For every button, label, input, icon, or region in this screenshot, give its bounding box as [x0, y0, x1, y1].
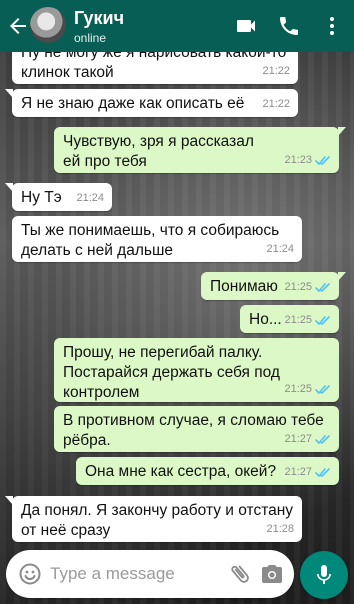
phone-icon[interactable]: [277, 14, 301, 38]
mic-icon: [317, 565, 331, 584]
message-time: 21:24: [266, 243, 294, 255]
message-outgoing[interactable]: Но... 21:25: [240, 305, 339, 333]
chat-header: Гукич online: [0, 0, 354, 52]
camera-icon[interactable]: [260, 562, 284, 586]
contact-name[interactable]: Гукич: [74, 8, 124, 29]
message-meta: 21:25: [284, 379, 331, 399]
message-time: 21:27: [284, 466, 312, 478]
read-ticks-icon: [315, 315, 330, 325]
contact-status: online: [74, 31, 107, 45]
message-time: 21:22: [262, 65, 290, 77]
read-ticks-icon: [315, 434, 330, 444]
message-text: Чувствую, зря я рассказал ей про тебя: [63, 133, 254, 170]
message-time: 21:25: [284, 314, 312, 326]
message-time: 21:25: [284, 383, 312, 395]
message-time: 21:24: [76, 192, 104, 204]
message-meta: 21:25: [284, 277, 331, 297]
message-meta: 21:24: [76, 188, 104, 208]
message-meta: 21:22: [262, 94, 290, 114]
message-meta: 21:22: [262, 61, 290, 81]
message-meta: 21:25: [284, 310, 331, 330]
emoji-icon[interactable]: [18, 562, 42, 586]
message-meta: 21:27: [284, 462, 331, 482]
message-incoming[interactable]: Да понял. Я закончу работу и отстану от …: [5, 496, 302, 542]
message-time: 21:28: [266, 523, 294, 535]
message-outgoing[interactable]: Прошу, не перегибай палку. Постарайся де…: [54, 338, 339, 402]
message-meta: 21:24: [266, 239, 294, 259]
message-incoming[interactable]: Ну Тэ 21:24: [5, 183, 112, 211]
paperclip-icon[interactable]: [228, 562, 252, 586]
read-ticks-icon: [315, 467, 330, 477]
message-text: Ты же понимаешь, что я собираюсь делать …: [21, 222, 280, 259]
read-ticks-icon: [315, 384, 330, 394]
message-outgoing[interactable]: Она мне как сестра, окей? 21:27: [76, 457, 339, 485]
message-time: 21:23: [284, 154, 312, 166]
mic-button[interactable]: [300, 551, 348, 599]
message-time: 21:22: [262, 98, 290, 110]
message-meta: 21:27: [284, 429, 331, 449]
video-call-icon[interactable]: [234, 14, 258, 38]
message-input[interactable]: [50, 562, 220, 586]
message-time: 21:27: [284, 433, 312, 445]
message-time: 21:25: [284, 281, 312, 293]
message-incoming[interactable]: Ты же понимаешь, что я собираюсь делать …: [12, 216, 302, 262]
message-meta: 21:28: [266, 519, 294, 539]
message-outgoing[interactable]: В противном случае, я сломаю тебе рёбра.…: [54, 406, 339, 452]
message-composer: [6, 550, 294, 598]
avatar[interactable]: [30, 7, 66, 43]
message-incoming[interactable]: Я не знаю даже как описать её 21:22: [5, 89, 298, 117]
message-outgoing[interactable]: Чувствую, зря я рассказал ей про тебя 21…: [54, 127, 346, 173]
read-ticks-icon: [315, 155, 330, 165]
message-outgoing[interactable]: Понимаю 21:25: [201, 272, 346, 300]
more-vert-icon[interactable]: [320, 14, 344, 38]
arrow-back-icon[interactable]: [6, 14, 30, 38]
read-ticks-icon: [315, 282, 330, 292]
message-meta: 21:23: [284, 150, 331, 170]
message-text: Да понял. Я закончу работу и отстану от …: [21, 502, 294, 539]
message-text: Я не знаю даже как описать её: [21, 95, 245, 112]
